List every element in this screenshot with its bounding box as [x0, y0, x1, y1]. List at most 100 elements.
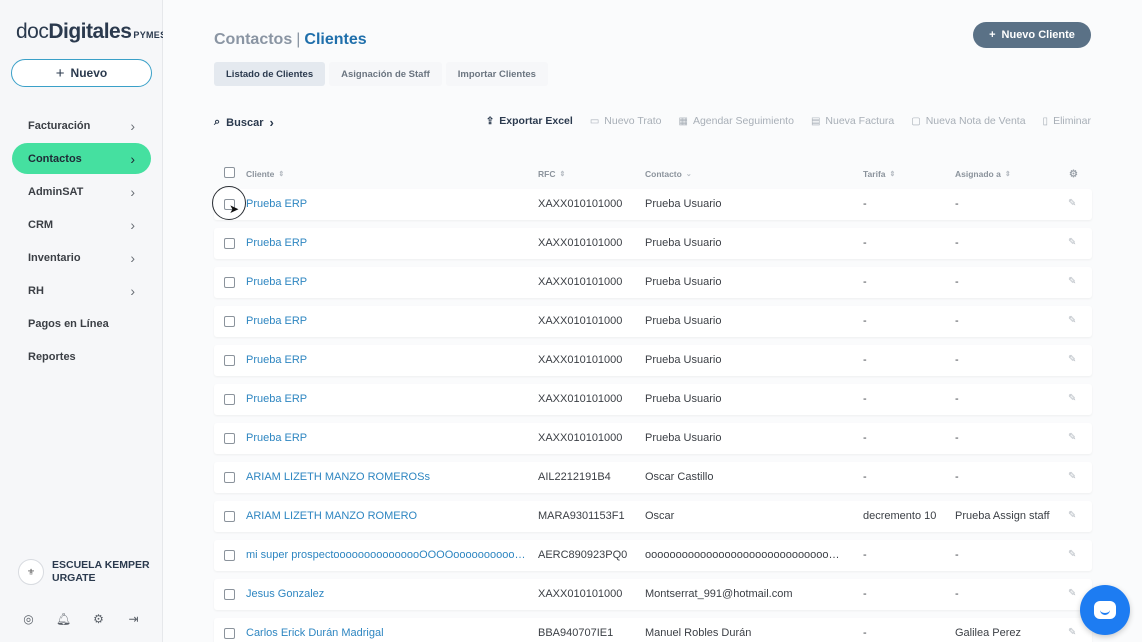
search-toggle[interactable]: ⌕ Buscar › [214, 115, 274, 130]
user-icon[interactable]: ◎ [22, 612, 35, 626]
exportar-excel-button[interactable]: ⇪ Exportar Excel [486, 115, 573, 127]
row-checkbox[interactable] [224, 628, 235, 639]
sidebar-item-reportes[interactable]: Reportes [12, 341, 151, 372]
client-name-link[interactable]: mi super prospectooooooooooooooOOOOooooo… [246, 549, 528, 561]
sidebar-item-rh[interactable]: RH › [12, 275, 151, 306]
row-checkbox[interactable] [224, 394, 235, 405]
edit-icon[interactable]: ✎ [1068, 627, 1076, 638]
bell-icon[interactable]: 🔔︎ [56, 612, 71, 626]
tarifa-cell: - [863, 393, 867, 405]
sort-icon: ⇕ [559, 171, 566, 178]
assigned-cell: - [955, 354, 959, 366]
breadcrumb-section[interactable]: Contactos [214, 31, 292, 48]
edit-icon[interactable]: ✎ [1068, 276, 1076, 287]
chat-icon [1094, 601, 1116, 619]
sidebar-item-label: Inventario [28, 251, 81, 264]
table-row[interactable]: Jesus Gonzalez XAXX010101000 Montserrat_99… [214, 579, 1092, 610]
sidebar-item-inventario[interactable]: Inventario › [12, 242, 151, 273]
column-tarifa[interactable]: Tarifa ⇕ [863, 169, 895, 179]
sidebar-nav: Facturación › Contactos › AdminSAT › CRM › Inven… [12, 110, 151, 374]
client-name-link[interactable]: Prueba ERP [246, 432, 528, 444]
row-checkbox[interactable] [224, 550, 235, 561]
nueva-nota-de-venta-button[interactable]: ▢ Nueva Nota de Venta [911, 115, 1025, 127]
edit-icon[interactable]: ✎ [1068, 432, 1076, 443]
page-title: Contactos | Clientes [214, 31, 367, 48]
eliminar-button[interactable]: ▯ Eliminar [1043, 115, 1091, 127]
row-checkbox[interactable] [224, 433, 235, 444]
edit-icon[interactable]: ✎ [1068, 471, 1076, 482]
column-settings-icon[interactable]: ⚙ [1069, 169, 1078, 180]
client-name-link[interactable]: ARIAM LIZETH MANZO ROMERO [246, 510, 528, 522]
client-name-link[interactable]: Carlos Erick Durán Madrigal [246, 627, 528, 639]
edit-icon[interactable]: ✎ [1068, 198, 1076, 209]
table-row[interactable]: Prueba ERP XAXX010101000 Prueba Usuario - - ✎ [214, 267, 1092, 298]
tarifa-cell: decremento 10 [863, 510, 937, 522]
sidebar-item-pagos-en-l-nea[interactable]: Pagos en Línea [12, 308, 151, 339]
contact-cell: Prueba Usuario [645, 315, 722, 327]
sidebar-item-crm[interactable]: CRM › [12, 209, 151, 240]
agendar-seguimiento-button[interactable]: ▦ Agendar Seguimiento [678, 115, 793, 127]
client-name-link[interactable]: Prueba ERP [246, 237, 528, 249]
tab-asignaci-n-de-staff[interactable]: Asignación de Staff [329, 62, 442, 86]
organization-switcher[interactable]: ⚜ ESCUELA KEMPER URGATE [18, 559, 152, 585]
plus-icon: + [55, 64, 65, 82]
client-name-link[interactable]: Jesus Gonzalez [246, 588, 528, 600]
edit-icon[interactable]: ✎ [1068, 549, 1076, 560]
row-checkbox[interactable] [224, 589, 235, 600]
row-checkbox[interactable] [224, 355, 235, 366]
table-row[interactable]: ARIAM LIZETH MANZO ROMERO MARA9301153F1 Os… [214, 501, 1092, 532]
table-row[interactable]: Prueba ERP XAXX010101000 Prueba Usuario - - ✎ [214, 228, 1092, 259]
column-contacto[interactable]: Contacto ⌄ [645, 169, 692, 179]
tab-listado-de-clientes[interactable]: Listado de Clientes [214, 62, 326, 86]
client-name-link[interactable]: ARIAM LIZETH MANZO ROMEROSs [246, 471, 528, 483]
gear-icon[interactable]: ⚙ [92, 612, 105, 626]
row-checkbox[interactable] [224, 277, 235, 288]
table-row[interactable]: Prueba ERP XAXX010101000 Prueba Usuario - - ✎ [214, 423, 1092, 454]
assigned-cell: - [955, 315, 959, 327]
table-row[interactable]: mi super prospectooooooooooooooOOOOooooo… [214, 540, 1092, 571]
rfc-cell: XAXX010101000 [538, 276, 623, 288]
edit-icon[interactable]: ✎ [1068, 237, 1076, 248]
table-row[interactable]: Prueba ERP XAXX010101000 Prueba Usuario - - ✎ [214, 189, 1092, 220]
column-asignado[interactable]: Asignado a ⇕ [955, 169, 1011, 179]
table-row[interactable]: Carlos Erick Durán Madrigal BBA940707IE1 M… [214, 618, 1092, 642]
client-name-link[interactable]: Prueba ERP [246, 198, 528, 210]
nueva-factura-button[interactable]: ▤ Nueva Factura [811, 115, 894, 127]
client-name-link[interactable]: Prueba ERP [246, 393, 528, 405]
edit-icon[interactable]: ✎ [1068, 588, 1076, 599]
edit-icon[interactable]: ✎ [1068, 510, 1076, 521]
logo[interactable]: docDigitales PYMES [16, 20, 166, 44]
column-cliente[interactable]: Cliente ⇕ [246, 169, 284, 179]
new-client-button[interactable]: + Nuevo Cliente [973, 22, 1091, 48]
rfc-cell: AIL2212191B4 [538, 471, 611, 483]
client-name-link[interactable]: Prueba ERP [246, 354, 528, 366]
sidebar-item-adminsat[interactable]: AdminSAT › [12, 176, 151, 207]
assigned-cell: - [955, 432, 959, 444]
table-row[interactable]: Prueba ERP XAXX010101000 Prueba Usuario - - ✎ [214, 306, 1092, 337]
select-all-checkbox[interactable] [224, 167, 235, 178]
sidebar-item-facturaci-n[interactable]: Facturación › [12, 110, 151, 141]
column-rfc[interactable]: RFC ⇕ [538, 169, 565, 179]
mouse-cursor-icon: ➤ [229, 202, 240, 216]
trash-icon: ▯ [1042, 115, 1049, 127]
nuevo-trato-button[interactable]: ▭ Nuevo Trato [590, 115, 662, 127]
client-name-link[interactable]: Prueba ERP [246, 276, 528, 288]
edit-icon[interactable]: ✎ [1068, 393, 1076, 404]
table-row[interactable]: Prueba ERP XAXX010101000 Prueba Usuario - - ✎ [214, 384, 1092, 415]
tab-importar-clientes[interactable]: Importar Clientes [445, 62, 548, 86]
row-checkbox[interactable] [224, 511, 235, 522]
logout-icon[interactable]: ⇥ [127, 612, 140, 626]
client-name-link[interactable]: Prueba ERP [246, 315, 528, 327]
contact-cell: oooooooooooooooooooooooooooooooo... [645, 549, 845, 561]
row-checkbox[interactable] [224, 238, 235, 249]
contact-cell: Montserrat_991@hotmail.com [645, 588, 793, 600]
row-checkbox[interactable] [224, 472, 235, 483]
edit-icon[interactable]: ✎ [1068, 354, 1076, 365]
edit-icon[interactable]: ✎ [1068, 315, 1076, 326]
sidebar-item-contactos[interactable]: Contactos › [12, 143, 151, 174]
row-checkbox[interactable] [224, 316, 235, 327]
table-row[interactable]: Prueba ERP XAXX010101000 Prueba Usuario - - ✎ [214, 345, 1092, 376]
new-button[interactable]: + Nuevo [11, 59, 152, 87]
table-row[interactable]: ARIAM LIZETH MANZO ROMEROSs AIL2212191B4 O… [214, 462, 1092, 493]
chat-widget-button[interactable] [1080, 585, 1130, 635]
